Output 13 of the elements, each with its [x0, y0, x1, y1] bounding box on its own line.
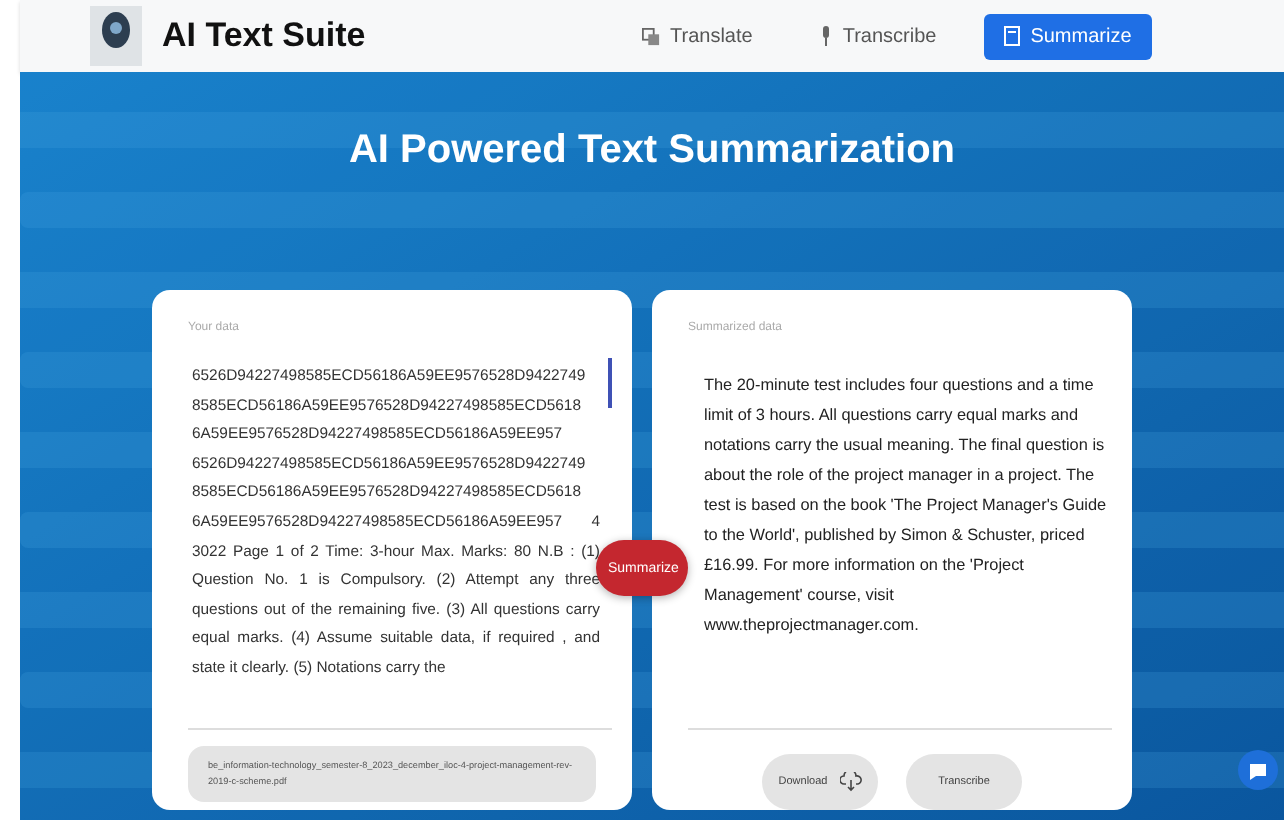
nav-tab[interactable]: Translate: [622, 13, 773, 59]
document-icon: [1004, 26, 1021, 46]
cloud-download-icon: [839, 772, 862, 792]
microphone-icon: [820, 26, 833, 46]
logo-icon: [90, 6, 142, 66]
hero-title: AI Powered Text Summarization: [348, 128, 956, 174]
nav-tab[interactable]: Transcribe: [800, 13, 957, 59]
chat-icon[interactable]: [1236, 748, 1280, 792]
translate-icon: [642, 27, 660, 45]
summary-text: The 20-minute test includes four questions and a time limit of 3 hours. All questions carry equal marks and notations carry the usual meaning. The final question is about the role of the project manager in a project. The test is based on the book 'The Project Manager's Guide to the World', published by Simon & Schuster, priced £16.99. For more information on the 'Project Management' course, visit www.theprojectmanager.com.: [688, 370, 1112, 730]
nav-tab[interactable]: Summarize: [984, 13, 1152, 59]
app-title: AI Text Suite: [162, 16, 368, 56]
scrollbar[interactable]: [608, 358, 612, 408]
